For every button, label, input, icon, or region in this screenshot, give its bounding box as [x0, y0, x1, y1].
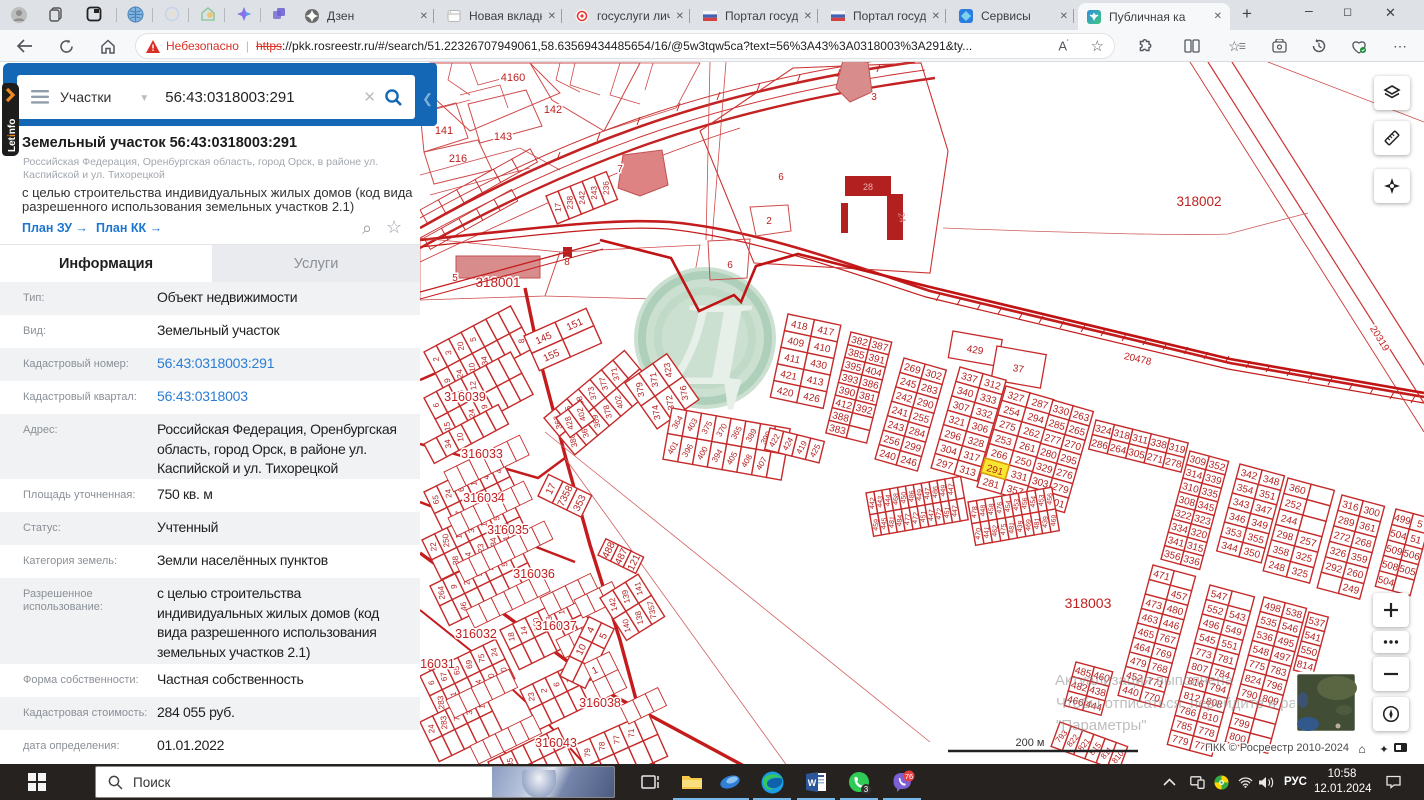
svg-text:14: 14 — [519, 625, 529, 635]
svg-text:236: 236 — [602, 181, 611, 195]
svg-text:142: 142 — [544, 104, 562, 116]
svg-text:24: 24 — [427, 723, 437, 733]
svg-text:316033: 316033 — [461, 447, 503, 461]
svg-text:316032: 316032 — [455, 627, 497, 641]
svg-text:34: 34 — [443, 438, 453, 449]
svg-text:264: 264 — [436, 585, 446, 600]
svg-text:3: 3 — [871, 92, 877, 103]
svg-text:69: 69 — [464, 659, 474, 669]
svg-text:316038: 316038 — [579, 696, 621, 710]
svg-text:243: 243 — [590, 185, 599, 199]
svg-text:75: 75 — [477, 653, 487, 663]
svg-text:283: 283 — [436, 695, 446, 710]
svg-text:"Параметры": "Параметры" — [1056, 717, 1147, 734]
svg-text:28: 28 — [863, 182, 873, 192]
svg-text:✦: ✦ — [1379, 744, 1388, 756]
svg-text:71: 71 — [627, 728, 637, 738]
svg-text:18: 18 — [507, 631, 517, 641]
svg-text:316031: 316031 — [420, 657, 455, 671]
svg-text:6: 6 — [727, 260, 733, 271]
svg-text:3: 3 — [863, 785, 868, 794]
svg-text:316043: 316043 — [535, 736, 577, 750]
svg-text:22: 22 — [429, 541, 439, 551]
svg-text:20: 20 — [456, 341, 466, 352]
svg-text:2: 2 — [766, 216, 772, 227]
svg-text:318003: 318003 — [1065, 595, 1112, 611]
svg-text:W: W — [808, 778, 817, 788]
svg-text:Letinfo: Letinfo — [7, 119, 18, 152]
svg-text:250: 250 — [441, 533, 451, 548]
svg-text:76: 76 — [904, 771, 912, 780]
svg-text:23: 23 — [527, 691, 537, 701]
svg-text:316036: 316036 — [513, 567, 555, 581]
svg-text:318002: 318002 — [1176, 194, 1221, 209]
svg-text:200 м: 200 м — [1016, 737, 1045, 749]
svg-text:316039: 316039 — [444, 390, 486, 404]
svg-text:238: 238 — [565, 195, 574, 209]
svg-text:Чтобы отписаться, перейдите в: Чтобы отписаться, перейдите в раздел — [1056, 695, 1329, 712]
svg-text:143: 143 — [494, 131, 512, 143]
svg-text:4160: 4160 — [501, 72, 525, 84]
svg-text:6: 6 — [778, 172, 784, 183]
svg-text:65: 65 — [431, 494, 441, 504]
svg-text:316035: 316035 — [487, 523, 529, 537]
svg-text:24: 24 — [444, 488, 454, 498]
svg-text:78: 78 — [597, 741, 607, 751]
svg-text:242: 242 — [578, 190, 587, 204]
svg-text:⌂: ⌂ — [1358, 742, 1365, 756]
svg-text:24: 24 — [490, 647, 500, 657]
svg-text:77: 77 — [612, 734, 622, 744]
svg-text:24: 24 — [896, 212, 908, 224]
svg-text:456: 456 — [1046, 493, 1054, 505]
svg-text:316037: 316037 — [535, 619, 577, 633]
svg-text:316034: 316034 — [463, 491, 505, 505]
svg-text:ПКК © Росреестр 2010-2024: ПКК © Росреестр 2010-2024 — [1205, 742, 1349, 754]
svg-text:79: 79 — [583, 747, 593, 757]
svg-text:7: 7 — [617, 164, 623, 175]
svg-text:67: 67 — [439, 671, 449, 681]
svg-text:Актуализация выполнена: Актуализация выполнена — [1055, 672, 1234, 689]
svg-text:17: 17 — [553, 202, 562, 212]
svg-text:141: 141 — [435, 125, 453, 137]
svg-text:283: 283 — [439, 715, 449, 730]
svg-text:469: 469 — [1050, 514, 1058, 526]
svg-text:10: 10 — [455, 432, 465, 443]
